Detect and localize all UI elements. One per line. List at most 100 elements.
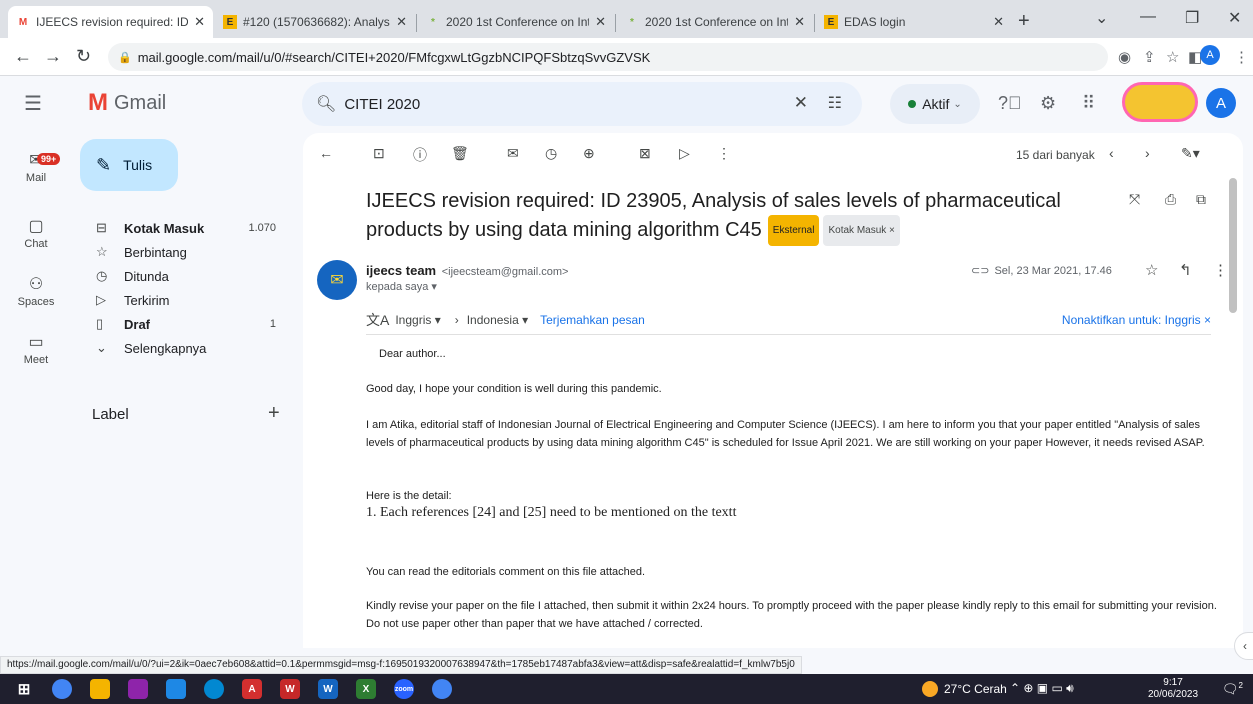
move-to-icon[interactable]: ⊠ <box>639 145 651 162</box>
search-icon[interactable]: 🔍︎ <box>316 94 336 114</box>
search-options-icon[interactable]: ☷ <box>828 93 842 113</box>
compose-button[interactable]: ✎ Tulis <box>80 139 178 191</box>
browser-tab-edas-paper[interactable]: E #120 (1570636682): Analysis ✕ <box>215 6 415 38</box>
tab-search-icon[interactable]: ⌄ <box>1095 8 1108 28</box>
excel-icon[interactable]: X <box>356 679 376 699</box>
star-icon[interactable]: ☆ <box>1145 261 1158 279</box>
close-icon[interactable]: ✕ <box>794 14 805 30</box>
windows-start-icon[interactable]: ⊞ <box>14 679 34 699</box>
older-chevron-icon[interactable]: › <box>1145 145 1150 161</box>
reload-icon[interactable]: ↻ <box>76 46 91 67</box>
rail-item-spaces[interactable]: ⚇ Spaces <box>0 274 72 308</box>
window-close-icon[interactable]: ✕ <box>1228 8 1241 28</box>
main-menu-icon[interactable]: ☰ <box>24 91 42 116</box>
browser-tab-conference-2[interactable]: * 2020 1st Conference on Inter ✕ <box>617 6 813 38</box>
body-paragraph: Good day, I hope your condition is well … <box>366 383 662 395</box>
report-spam-icon[interactable]: ⓘ <box>413 145 427 165</box>
forward-arrow-icon[interactable]: → <box>44 46 62 67</box>
input-tools-icon[interactable]: ✎▾ <box>1181 145 1200 162</box>
rail-item-mail[interactable]: ✉ 99+ Mail <box>0 150 72 184</box>
open-new-window-icon[interactable]: ⧉ <box>1196 191 1206 208</box>
search-query: CITEI 2020 <box>344 95 421 113</box>
reply-icon[interactable]: ↰ <box>1179 261 1192 279</box>
browser-profile-avatar[interactable]: A <box>1200 45 1220 65</box>
add-label-button[interactable]: + <box>268 402 280 425</box>
minimize-icon[interactable]: — <box>1140 8 1156 26</box>
close-icon[interactable]: ✕ <box>595 14 606 30</box>
back-arrow-icon[interactable]: ← <box>14 46 32 67</box>
status-selector[interactable]: Aktif ⌄ <box>890 84 980 124</box>
more-options-icon[interactable]: ⋮ <box>717 145 731 162</box>
windows-taskbar: ⊞ A W W X zoom 27°C Cerah ⌃ ⊕ ▣ ▭ 🔊︎ 9:1… <box>0 674 1253 704</box>
share-icon[interactable]: ⇪ <box>1143 48 1156 66</box>
delete-icon[interactable]: 🗑︎ <box>451 145 469 162</box>
browser-tab-edas-login[interactable]: E EDAS login ✕ <box>816 6 1012 38</box>
disable-translate-link[interactable]: Nonaktifkan untuk: Inggris × <box>1062 313 1211 327</box>
weather-widget[interactable]: 27°C Cerah <box>922 681 1007 697</box>
clock[interactable]: 9:17 20/06/2023 <box>1148 677 1198 701</box>
back-to-list-icon[interactable]: ← <box>319 145 333 161</box>
tab-title: IJEECS revision required: ID 2 <box>36 15 189 29</box>
apps-grid-icon[interactable]: ⠿ <box>1082 93 1095 114</box>
app-icon[interactable] <box>128 679 148 699</box>
rail-label: Chat <box>24 238 48 250</box>
zoom-icon[interactable]: zoom <box>394 679 414 699</box>
side-panel-toggle-icon[interactable]: ‹ <box>1234 632 1253 660</box>
tab-divider <box>814 14 815 32</box>
browser-tab-conference-1[interactable]: * 2020 1st Conference on Inter ✕ <box>418 6 614 38</box>
search-input[interactable]: 🔍︎ CITEI 2020 ✕ ☷ <box>302 82 862 126</box>
system-tray-icons[interactable]: ⌃ ⊕ ▣ ▭ 🔊︎ <box>1010 681 1074 696</box>
message-scrollbar[interactable] <box>1229 178 1237 313</box>
source-language-select[interactable]: Inggris ▾ <box>395 313 440 327</box>
inbox-label-chip[interactable]: Kotak Masuk × <box>823 215 900 246</box>
settings-gear-icon[interactable]: ⚙ <box>1040 93 1056 114</box>
clear-search-icon[interactable]: ✕ <box>794 93 808 113</box>
archive-icon[interactable]: ⊡ <box>373 145 385 162</box>
inbox-icon: ⊟ <box>96 220 107 235</box>
close-icon[interactable]: ✕ <box>194 14 205 30</box>
notification-count: 2 <box>1238 681 1243 690</box>
pagination-text: 15 dari banyak <box>1016 148 1095 162</box>
snooze-icon[interactable]: ◷ <box>545 145 557 162</box>
new-tab-button[interactable]: + <box>1018 10 1030 33</box>
close-icon[interactable]: ✕ <box>993 14 1004 30</box>
chrome-app-icon[interactable] <box>432 679 452 699</box>
rail-item-chat[interactable]: ▢ Chat <box>0 216 72 250</box>
account-avatar[interactable]: A <box>1206 88 1236 118</box>
add-task-icon[interactable]: ⊕ <box>583 145 595 162</box>
help-icon[interactable]: ?⃝ <box>998 93 1022 114</box>
gmail-logo[interactable]: M Gmail <box>88 89 166 117</box>
edas-favicon-icon: E <box>824 15 838 29</box>
translate-message-link[interactable]: Terjemahkan pesan <box>540 313 645 327</box>
bookmark-star-icon[interactable]: ☆ <box>1166 48 1179 66</box>
rail-item-meet[interactable]: ▭ Meet <box>0 332 72 366</box>
eye-icon[interactable]: ◉ <box>1118 48 1131 66</box>
chrome-app-icon[interactable] <box>52 679 72 699</box>
nav-item-more[interactable]: ⌄ Selengkapnya <box>80 334 290 362</box>
browser-toolbar: ← → ↻ 🔒 mail.google.com/mail/u/0/#search… <box>0 38 1253 76</box>
print-icon[interactable]: ⎙ <box>1165 191 1176 208</box>
sender-info: ijeecs team <ijeecsteam@gmail.com> <box>366 263 568 278</box>
file-explorer-icon[interactable] <box>90 679 110 699</box>
word-icon[interactable]: W <box>318 679 338 699</box>
sender-avatar[interactable]: ✉ <box>317 260 357 300</box>
recipient-line[interactable]: kepada saya ▾ <box>366 280 437 293</box>
label-icon[interactable]: ▷ <box>679 145 690 162</box>
newer-chevron-icon[interactable]: ‹ <box>1109 145 1114 161</box>
sender-name[interactable]: ijeecs team <box>366 263 436 278</box>
pdf-reader-icon[interactable]: A <box>242 679 262 699</box>
wps-office-icon[interactable]: W <box>280 679 300 699</box>
expand-all-icon[interactable]: ⤧ <box>1129 191 1140 208</box>
more-menu-icon[interactable]: ⋮ <box>1234 48 1249 66</box>
mark-unread-icon[interactable]: ✉ <box>507 145 519 162</box>
close-icon[interactable]: ✕ <box>396 14 407 30</box>
notification-icon[interactable]: 🗨︎2 <box>1222 681 1243 697</box>
app-icon[interactable] <box>166 679 186 699</box>
restore-icon[interactable]: ❐ <box>1185 8 1199 28</box>
organization-logo[interactable] <box>1122 82 1198 122</box>
browser-tab-gmail[interactable]: M IJEECS revision required: ID 2 ✕ <box>8 6 213 38</box>
address-bar[interactable]: 🔒 mail.google.com/mail/u/0/#search/CITEI… <box>108 43 1108 71</box>
edge-browser-icon[interactable] <box>204 679 224 699</box>
target-language-select[interactable]: Indonesia ▾ <box>467 313 528 327</box>
more-message-options-icon[interactable]: ⋮ <box>1213 261 1228 279</box>
